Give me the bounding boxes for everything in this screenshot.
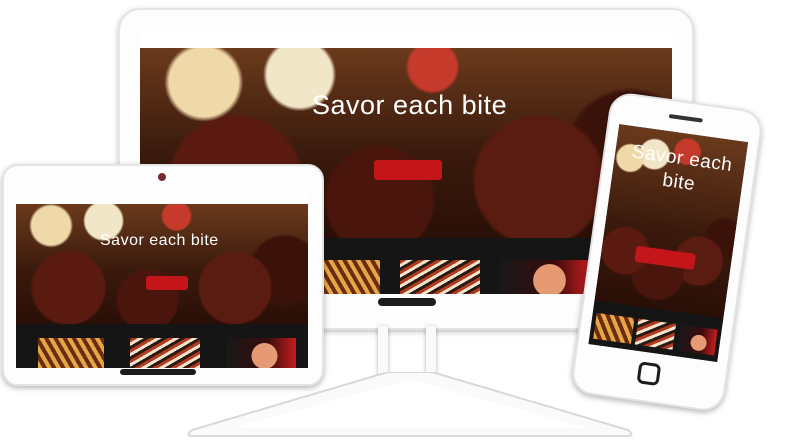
hero-title: Savor each bite: [100, 232, 219, 249]
nav-bar: [140, 32, 672, 48]
gallery-image-platter[interactable]: [634, 318, 677, 350]
tablet-device: Savor each bite: [2, 164, 324, 386]
hero-section: Savor each bite: [16, 204, 308, 324]
gallery-image-hand[interactable]: [676, 324, 718, 356]
gallery-image-hand[interactable]: [500, 260, 590, 294]
camera-icon: [158, 173, 166, 181]
hero-cta-button[interactable]: [146, 276, 188, 290]
hero-section: Savor each bite: [594, 124, 749, 319]
gallery-image-fries[interactable]: [320, 260, 380, 294]
speaker-icon: [668, 113, 703, 123]
website-preview-tablet: Savor each bite: [16, 194, 308, 368]
hero-cta-button[interactable]: [634, 245, 696, 270]
gallery-image-platter[interactable]: [130, 338, 200, 368]
gallery-image-hand[interactable]: [226, 338, 296, 368]
hero-title: Savor each bite: [630, 141, 734, 196]
phone-screen: Savor each bite: [588, 124, 749, 363]
gallery-image-platter[interactable]: [400, 260, 480, 294]
tablet-home-bar: [120, 369, 196, 375]
nav-bar: [16, 194, 308, 204]
gallery-image-fries[interactable]: [593, 312, 635, 344]
website-preview-mobile: Savor each bite: [588, 124, 749, 363]
gallery-band: [16, 324, 308, 368]
hero-cta-button[interactable]: [374, 160, 442, 180]
home-button[interactable]: [636, 361, 662, 387]
monitor-logo-bar: [378, 298, 436, 306]
tablet-screen: Savor each bite: [16, 194, 308, 368]
gallery-image-fries[interactable]: [38, 338, 104, 368]
hero-title: Savor each bite: [312, 90, 508, 120]
